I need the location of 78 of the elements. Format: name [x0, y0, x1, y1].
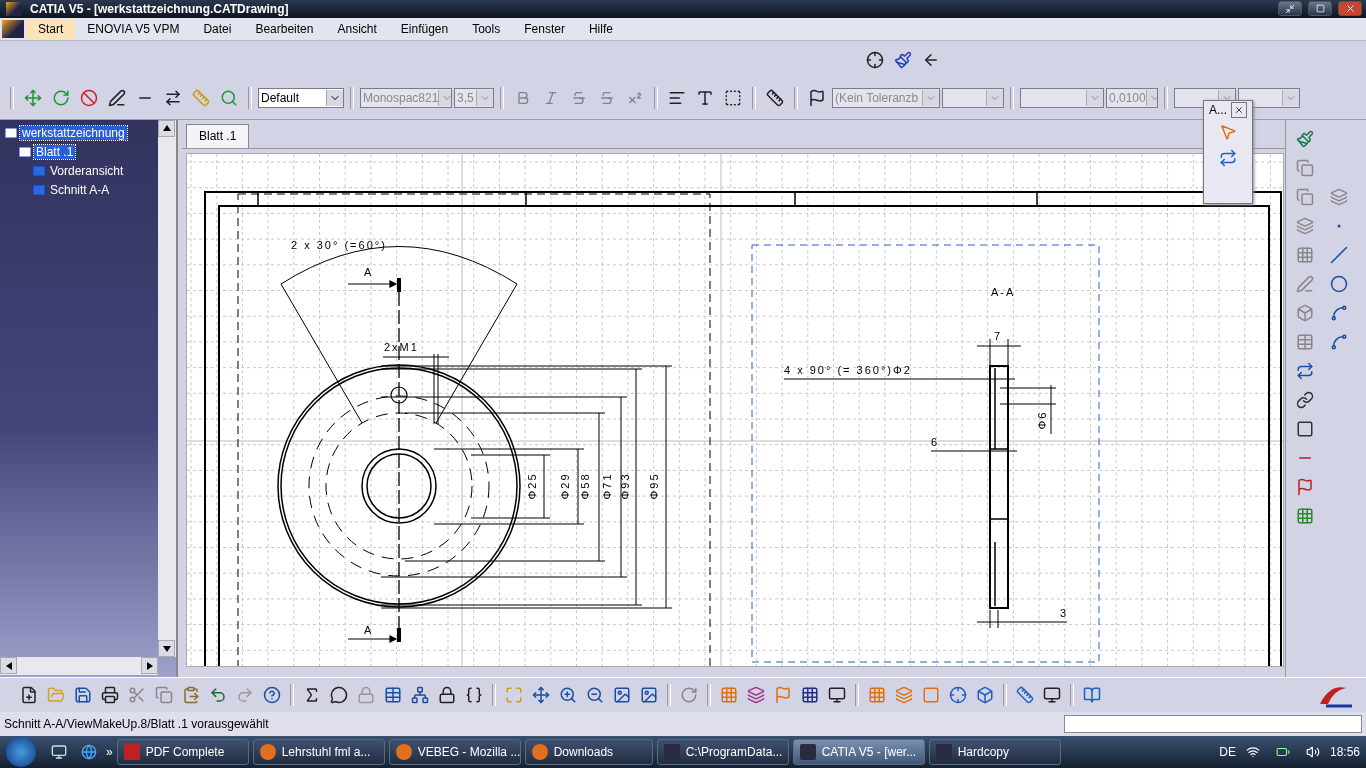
dimension-label: 6	[931, 435, 940, 448]
close-button[interactable]	[1338, 1, 1362, 17]
tree-item[interactable]: Blatt .1	[34, 145, 76, 159]
tree-item[interactable]: werkstattzeichnung	[20, 126, 127, 140]
app-icon	[123, 744, 140, 761]
menu-item[interactable]: Fenster	[512, 18, 577, 39]
tree-item[interactable]: Vorderansicht	[48, 164, 126, 178]
close-icon[interactable]	[1231, 102, 1247, 118]
app-icon	[935, 744, 952, 761]
close-icon	[1344, 3, 1356, 15]
combo-box[interactable]	[1238, 87, 1300, 108]
sheet-tab[interactable]: Blatt .1	[186, 123, 250, 148]
menu-item[interactable]: Bearbeiten	[243, 18, 326, 39]
app-icon	[395, 744, 412, 761]
menu-item[interactable]: Einfügen	[388, 18, 461, 39]
app-icon	[663, 744, 680, 761]
app-icon	[799, 744, 816, 761]
section-mark: A	[364, 265, 374, 278]
section-mark: A	[364, 623, 374, 636]
vertical-scrollbar[interactable]	[158, 119, 176, 658]
language-indicator[interactable]: DE	[1219, 745, 1236, 760]
angle-note: 2 x 30° (=60°)	[291, 238, 387, 251]
section-line	[397, 627, 401, 642]
menu-item[interactable]: Datei	[191, 18, 244, 39]
dimension-label: Φ58	[579, 472, 591, 499]
horizontal-scrollbar[interactable]	[0, 657, 158, 676]
scroll-down-button[interactable]	[158, 640, 175, 658]
dimension-label: Φ95	[648, 472, 660, 499]
scroll-left-button[interactable]	[0, 657, 17, 675]
section-line	[397, 277, 401, 292]
app-icon	[259, 744, 276, 761]
dimension-label: Φ71	[601, 472, 613, 499]
window-title: CATIA V5 - [werkstattzeichnung.CATDrawing]	[30, 1, 290, 16]
start-orb-icon[interactable]	[6, 737, 36, 768]
menu-item[interactable]: Hilfe	[576, 18, 625, 39]
dimension-label: Φ6	[1036, 410, 1048, 429]
down-triangle-icon	[162, 645, 171, 652]
maximize-button[interactable]	[1308, 1, 1332, 17]
view-title: A-A	[991, 285, 1016, 298]
menu-item[interactable]: Ansicht	[325, 18, 389, 39]
command-input-field[interactable]	[1064, 715, 1362, 734]
minimize-icon	[1285, 3, 1295, 14]
taskbar-button[interactable]: Lehrstuhl fml a...	[252, 739, 385, 766]
hole-note: 4 x 90° (= 360°)Φ2	[784, 363, 912, 376]
dimension-label: 7	[994, 329, 1003, 342]
dimension-label: 3	[1060, 606, 1069, 619]
taskbar-button[interactable]: CATIA V5 - [wer...	[792, 739, 925, 766]
status-message: Schnitt A-A/ViewMakeUp.8/Blatt .1 vorausgewählt	[4, 717, 269, 732]
taskbar-button[interactable]: PDF Complete	[116, 739, 249, 766]
right-triangle-icon	[146, 661, 153, 670]
taskbar-button[interactable]: Hardcopy	[928, 739, 1061, 766]
minimize-button[interactable]	[1278, 1, 1302, 17]
clock: 18:56	[1329, 745, 1360, 760]
taskbar-button[interactable]: Downloads	[524, 739, 653, 766]
combo-box[interactable]: Default	[258, 87, 344, 108]
app-logo-icon	[2, 19, 24, 38]
tree-item[interactable]: Schnitt A-A	[48, 183, 112, 197]
up-triangle-icon	[162, 125, 171, 131]
app-icon	[531, 744, 548, 761]
taskbar-button[interactable]: VEBEG - Mozilla ...	[388, 739, 521, 766]
overflow-chevron[interactable]: »	[106, 745, 113, 760]
dimension-label: Φ93	[619, 472, 631, 499]
combo-box[interactable]	[1020, 87, 1104, 108]
scroll-right-button[interactable]	[141, 657, 158, 675]
menu-item[interactable]: ENOVIA V5 VPM	[75, 18, 192, 39]
combo-box[interactable]	[942, 87, 1004, 108]
menu-item[interactable]: Tools	[460, 18, 513, 39]
dimension-label: Φ29	[559, 472, 571, 499]
thread-note: 2xM1	[384, 340, 419, 353]
left-triangle-icon	[5, 661, 12, 670]
maximize-icon	[1315, 4, 1325, 14]
section-arrow	[347, 634, 398, 643]
taskbar-button[interactable]: C:\ProgramData...	[656, 739, 789, 766]
menu-item[interactable]: Start	[26, 18, 76, 39]
dimension-label: Φ25	[526, 472, 538, 499]
toolbar-title: A...	[1209, 103, 1227, 117]
section-arrow	[347, 279, 398, 288]
app-logo-icon	[6, 1, 22, 16]
